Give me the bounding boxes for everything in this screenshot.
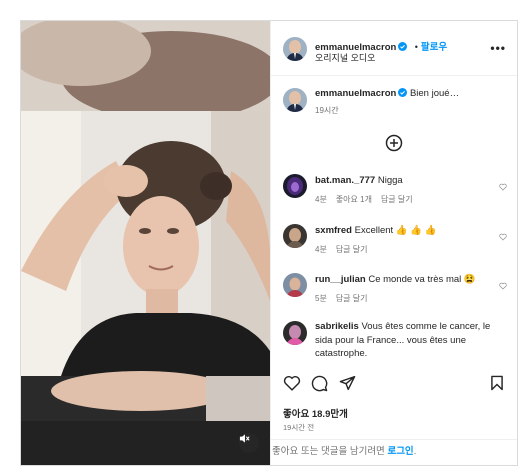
- more-options-button[interactable]: •••: [490, 41, 506, 55]
- comment-avatar[interactable]: [283, 174, 307, 198]
- comment-time[interactable]: 4분: [315, 245, 327, 254]
- like-comment-button[interactable]: [499, 228, 507, 246]
- comment-meta: 5분 답글 달기: [315, 293, 376, 304]
- comment-text: Nigga: [377, 175, 403, 186]
- heart-icon: [283, 375, 301, 391]
- comment-avatar[interactable]: [283, 273, 307, 297]
- comment: run__julian Ce monde va très mal 😫: [315, 273, 476, 287]
- avatar-image: [283, 224, 307, 248]
- author-avatar[interactable]: [283, 37, 307, 61]
- heart-icon: [499, 183, 507, 191]
- comment-username[interactable]: bat.man._777: [315, 175, 375, 186]
- comment-meta: 4분 답글 달기: [315, 244, 376, 255]
- caption-username[interactable]: emmanuelmacron: [315, 88, 396, 99]
- caption-text: Bien joué…: [409, 88, 460, 99]
- post-video[interactable]: [21, 21, 270, 465]
- like-comment-button[interactable]: [499, 178, 507, 196]
- avatar-image: [283, 88, 307, 112]
- comment-meta: 4분 좋아요 1개 답글 달기: [315, 194, 422, 205]
- comment-username[interactable]: sabrikelis: [315, 321, 359, 332]
- post-time[interactable]: 19시간 전: [283, 422, 314, 433]
- avatar-image: [283, 37, 307, 61]
- header-separator: •: [414, 42, 418, 52]
- reply-button[interactable]: 답글 달기: [381, 195, 413, 204]
- mute-button[interactable]: [239, 433, 259, 453]
- post-header: emmanuelmacron • 팔로우 오리지널 오디오 •••: [271, 21, 517, 76]
- bookmark-icon: [491, 375, 503, 391]
- comment-likes[interactable]: 좋아요 1개: [336, 195, 372, 204]
- like-button[interactable]: [283, 375, 301, 396]
- plus-circle-icon: [385, 134, 403, 152]
- comment-button[interactable]: [311, 375, 328, 397]
- caption: emmanuelmacron Bien joué…: [315, 87, 459, 101]
- comment-text: Ce monde va très mal 😫: [368, 274, 476, 285]
- comment: sxmfred Excellent 👍 👍 👍: [315, 224, 437, 238]
- comment-bubble-icon: [311, 375, 328, 392]
- likes-count[interactable]: 좋아요 18.9만개: [283, 406, 348, 420]
- follow-button[interactable]: 팔로우: [421, 42, 447, 53]
- reply-button[interactable]: 답글 달기: [336, 245, 368, 254]
- like-comment-button[interactable]: [499, 277, 507, 295]
- add-comment-suffix: .: [413, 446, 417, 457]
- caption-time[interactable]: 19시간: [315, 105, 339, 116]
- avatar-image: [283, 174, 307, 198]
- save-button[interactable]: [490, 375, 504, 396]
- comment: sabrikelis Vous êtes comme le cancer, le…: [315, 320, 501, 361]
- add-comment-bar: 좋아요 또는 댓글을 남기려면 로그인.: [271, 439, 517, 465]
- speaker-muted-icon: [239, 434, 250, 443]
- comment-avatar[interactable]: [283, 224, 307, 248]
- paper-plane-icon: [339, 375, 356, 391]
- load-more-comments-button[interactable]: [385, 134, 403, 152]
- comment-username[interactable]: run__julian: [315, 274, 366, 285]
- heart-icon: [499, 282, 507, 290]
- avatar-image: [283, 273, 307, 297]
- reply-button[interactable]: 답글 달기: [336, 294, 368, 303]
- comment-text: Excellent 👍 👍 👍: [354, 225, 437, 236]
- post-side-panel: emmanuelmacron • 팔로우 오리지널 오디오 ••• emmanue…: [270, 21, 517, 465]
- verified-badge-icon: [398, 88, 408, 97]
- audio-label[interactable]: 오리지널 오디오: [315, 51, 375, 64]
- comment: bat.man._777 Nigga: [315, 174, 403, 188]
- comment-time[interactable]: 4분: [315, 195, 327, 204]
- comment-avatar[interactable]: [283, 321, 307, 345]
- video-frame: [21, 21, 270, 465]
- comment-username[interactable]: sxmfred: [315, 225, 352, 236]
- comment-time[interactable]: 5분: [315, 294, 327, 303]
- share-button[interactable]: [339, 375, 356, 396]
- login-link[interactable]: 로그인: [387, 446, 413, 457]
- add-comment-prompt: 좋아요 또는 댓글을 남기려면: [272, 446, 388, 457]
- heart-icon: [499, 233, 507, 241]
- caption-avatar[interactable]: [283, 88, 307, 112]
- avatar-image: [283, 321, 307, 345]
- verified-badge-icon: [398, 38, 408, 51]
- post-dialog: emmanuelmacron • 팔로우 오리지널 오디오 ••• emmanue…: [20, 20, 518, 466]
